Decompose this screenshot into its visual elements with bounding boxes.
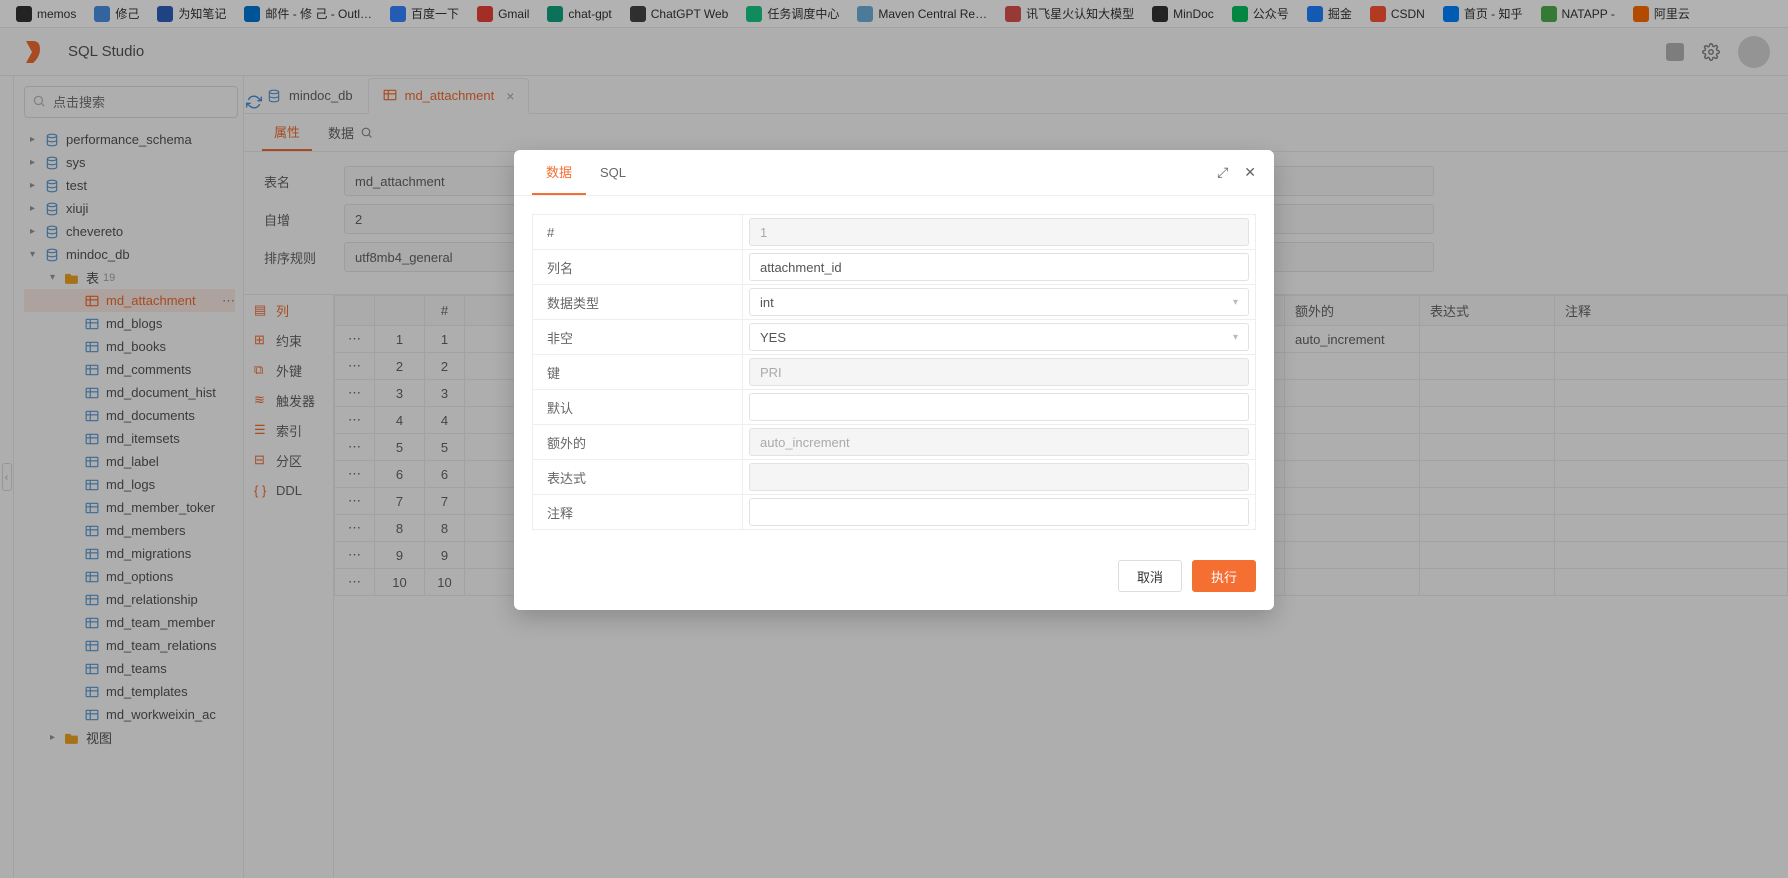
field-label: 默认 <box>533 390 743 425</box>
modal-tab-sql[interactable]: SQL <box>586 151 640 195</box>
field-label: 非空 <box>533 320 743 355</box>
execute-button[interactable]: 执行 <box>1192 560 1256 592</box>
field-select-datatype[interactable]: int▾ <box>749 288 1249 316</box>
modal-footer: 取消 执行 <box>514 548 1274 610</box>
field-label: 额外的 <box>533 425 743 460</box>
modal-tab-data[interactable]: 数据 <box>532 151 586 195</box>
modal-body: #列名数据类型int▾非空YES▾键默认额外的表达式注释 <box>514 196 1274 548</box>
field-label: # <box>533 215 743 250</box>
field-input-colname[interactable] <box>749 253 1249 281</box>
cancel-button[interactable]: 取消 <box>1118 560 1182 592</box>
field-label: 注释 <box>533 495 743 530</box>
modal-close-icon[interactable]: ✕ <box>1244 164 1256 181</box>
modal-overlay: 数据 SQL ⤢ ✕ #列名数据类型int▾非空YES▾键默认额外的表达式注释 … <box>0 0 1788 878</box>
field-label: 键 <box>533 355 743 390</box>
modal-header: 数据 SQL ⤢ ✕ <box>514 150 1274 196</box>
chevron-down-icon: ▾ <box>1233 332 1238 343</box>
column-edit-modal: 数据 SQL ⤢ ✕ #列名数据类型int▾非空YES▾键默认额外的表达式注释 … <box>514 150 1274 610</box>
field-label: 数据类型 <box>533 285 743 320</box>
field-input-index <box>749 218 1249 246</box>
field-select-notnull[interactable]: YES▾ <box>749 323 1249 351</box>
field-label: 表达式 <box>533 460 743 495</box>
field-input-default[interactable] <box>749 393 1249 421</box>
field-input-key <box>749 358 1249 386</box>
chevron-down-icon: ▾ <box>1233 297 1238 308</box>
modal-maximize-icon[interactable]: ⤢ <box>1217 164 1228 181</box>
field-input-extra <box>749 428 1249 456</box>
field-label: 列名 <box>533 250 743 285</box>
field-input-comment[interactable] <box>749 498 1249 526</box>
field-input-expr <box>749 463 1249 491</box>
